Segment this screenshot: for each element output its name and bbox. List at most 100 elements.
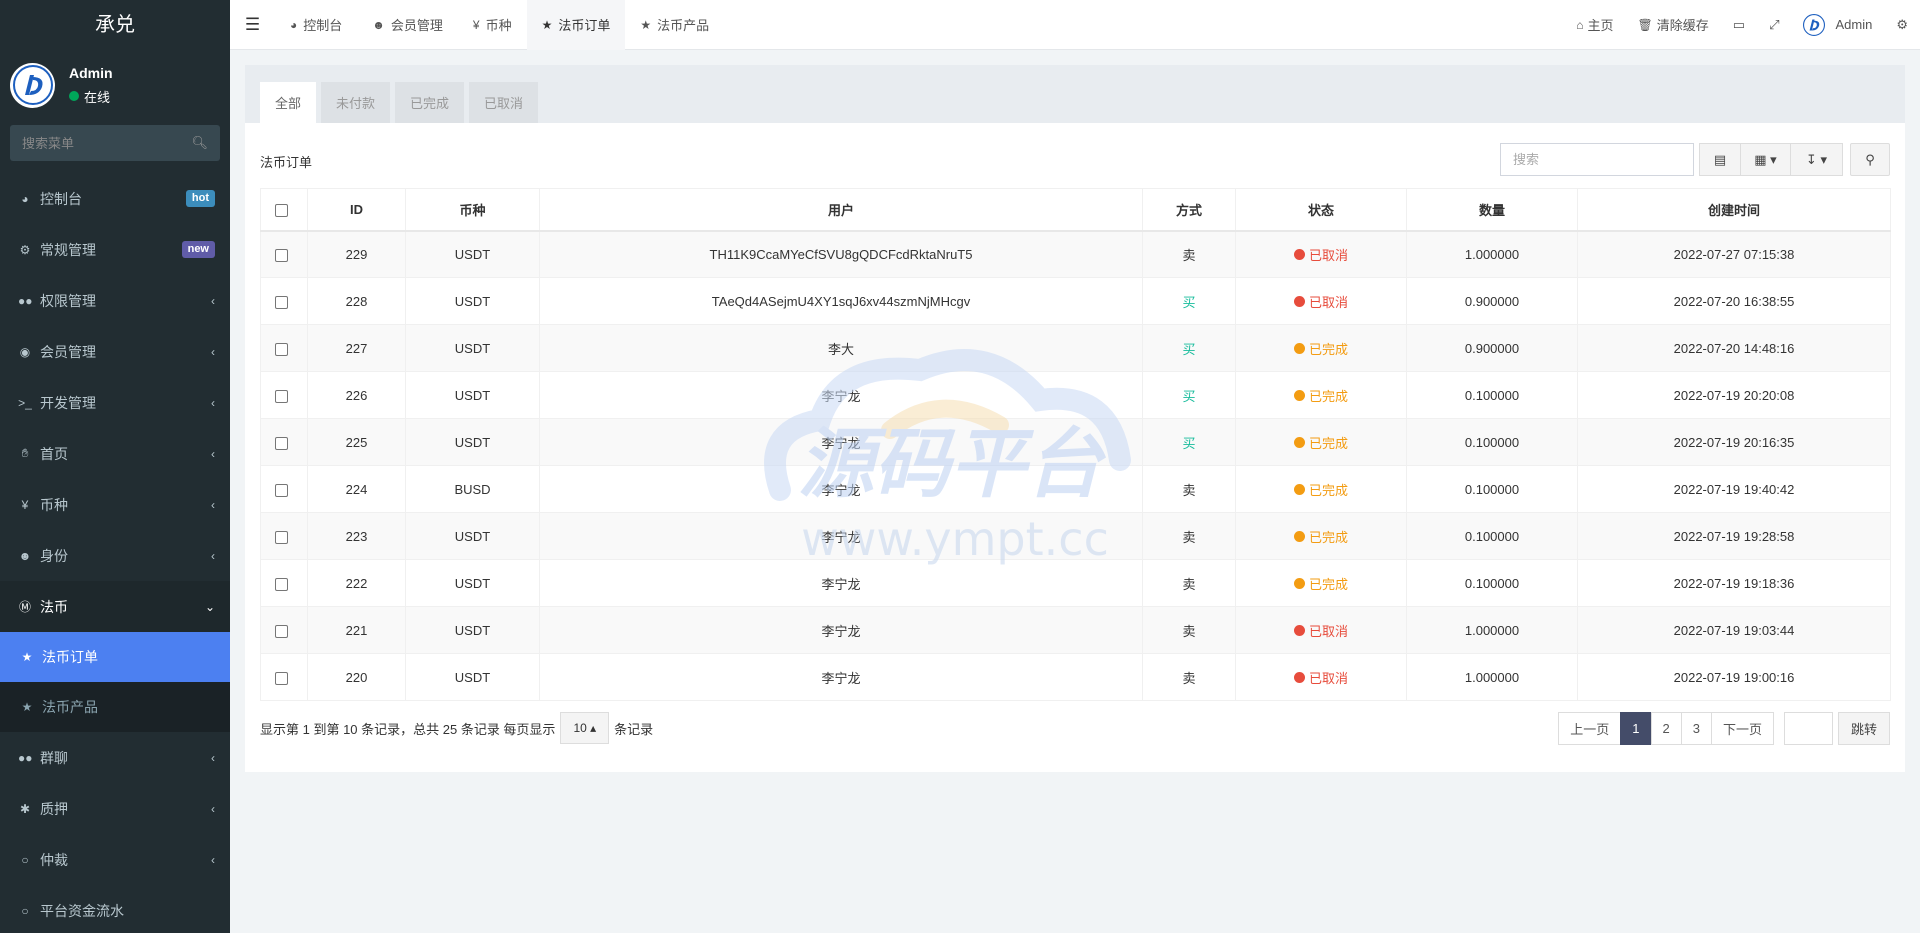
method-label[interactable]: 买 — [1182, 436, 1195, 451]
sidebar-item-arbitration[interactable]: ○ 仲裁 ‹ — [0, 834, 230, 885]
page-3-button[interactable]: 3 — [1680, 711, 1712, 745]
toggle-view-button[interactable]: ▤ — [1699, 143, 1741, 176]
method-label[interactable]: 买 — [1182, 295, 1195, 310]
language-button[interactable]: ▭ — [1721, 0, 1757, 50]
status-badge[interactable]: 已取消 — [1293, 245, 1348, 264]
row-checkbox[interactable] — [275, 671, 288, 685]
column-header-user[interactable]: 用户 — [539, 188, 1143, 232]
page-2-button[interactable]: 2 — [1650, 711, 1682, 745]
home-link[interactable]: ⌂ 主页 — [1564, 0, 1625, 50]
export-button[interactable]: ↧ ▾ — [1791, 143, 1843, 176]
tab-coins[interactable]: ¥ 币种 — [458, 0, 527, 50]
advanced-search-button[interactable]: ⚲ — [1850, 143, 1890, 176]
select-all-checkbox[interactable] — [275, 203, 288, 217]
row-checkbox[interactable] — [275, 248, 288, 262]
page-1-button[interactable]: 1 — [1620, 711, 1652, 745]
table-row[interactable]: 227 USDT 李大 买 已完成 0.900000 2022-07-20 14:48:16 — [260, 324, 1891, 372]
method-label[interactable]: 卖 — [1182, 483, 1195, 498]
status-badge[interactable]: 已完成 — [1293, 527, 1348, 546]
next-page-button[interactable]: 下一页 — [1710, 711, 1774, 745]
status-badge[interactable]: 已完成 — [1293, 339, 1348, 358]
sidebar-item-auth[interactable]: ●● 权限管理 ‹ — [0, 275, 230, 326]
method-label[interactable]: 卖 — [1182, 624, 1195, 639]
row-checkbox[interactable] — [275, 483, 288, 497]
row-select-cell — [260, 606, 308, 654]
jump-button[interactable]: 跳转 — [1837, 711, 1890, 745]
sidebar-item-fiat[interactable]: Ⓜ 法币 ⌄ — [0, 581, 230, 632]
columns-button[interactable]: ▦ ▾ — [1741, 143, 1791, 176]
tab-fiat-orders[interactable]: ★ 法币订单 — [526, 0, 626, 50]
cell-id: 225 — [307, 418, 406, 466]
filter-tab-unpaid[interactable]: 未付款 — [321, 82, 391, 123]
settings-button[interactable]: ⚙ — [1884, 0, 1920, 50]
sidebar-item-home[interactable]: ✋︎ 首页 ‹ — [0, 428, 230, 479]
search-icon[interactable]: 🔍︎ — [191, 135, 208, 151]
method-label[interactable]: 卖 — [1182, 671, 1195, 686]
row-checkbox[interactable] — [275, 624, 288, 638]
tab-dashboard[interactable]: ◕ 控制台 — [275, 0, 357, 50]
row-checkbox[interactable] — [275, 389, 288, 403]
column-header-coin[interactable]: 币种 — [405, 188, 540, 232]
sidebar-item-group-chat[interactable]: ●● 群聊 ‹ — [0, 732, 230, 783]
row-checkbox[interactable] — [275, 295, 288, 309]
column-header-id[interactable]: ID — [307, 188, 406, 232]
sidebar-item-dev[interactable]: >_ 开发管理 ‹ — [0, 377, 230, 428]
sidebar-item-fiat-orders[interactable]: ★ 法币订单 — [0, 632, 230, 682]
menu-search-input[interactable] — [22, 135, 182, 151]
status-badge[interactable]: 已取消 — [1293, 621, 1348, 640]
table-row[interactable]: 228 USDT TAeQd4ASejmU4XY1sqJ6xv44szmNjMHcg… — [260, 277, 1891, 325]
app-logo[interactable]: 承兑 — [0, 0, 230, 50]
status-badge[interactable]: 已完成 — [1293, 433, 1348, 452]
column-header-method[interactable]: 方式 — [1142, 188, 1236, 232]
table-row[interactable]: 221 USDT 李宁龙 卖 已取消 1.000000 2022-07-19 19:03:4… — [260, 606, 1891, 654]
page-size-select[interactable]: 10 ▴ — [560, 712, 610, 744]
sidebar-item-dashboard[interactable]: ◕ 控制台 hot — [0, 173, 230, 224]
method-label[interactable]: 卖 — [1182, 577, 1195, 592]
filter-tab-all[interactable]: 全部 — [260, 82, 317, 123]
prev-page-button[interactable]: 上一页 — [1558, 711, 1622, 745]
sidebar-item-coins[interactable]: ¥ 币种 ‹ — [0, 479, 230, 530]
column-header-created[interactable]: 创建时间 — [1577, 188, 1891, 232]
column-header-status[interactable]: 状态 — [1235, 188, 1407, 232]
method-label[interactable]: 买 — [1182, 342, 1195, 357]
user-menu[interactable]: Admin — [1791, 0, 1884, 50]
sidebar-item-identity[interactable]: ☻ 身份 ‹ — [0, 530, 230, 581]
table-row[interactable]: 222 USDT 李宁龙 卖 已完成 0.100000 2022-07-19 19:18:3… — [260, 559, 1891, 607]
table-search-input[interactable] — [1500, 143, 1694, 176]
status-badge[interactable]: 已完成 — [1293, 386, 1348, 405]
sidebar-item-fiat-products[interactable]: ★ 法币产品 — [0, 682, 230, 732]
sidebar-item-members[interactable]: ◉ 会员管理 ‹ — [0, 326, 230, 377]
row-checkbox[interactable] — [275, 530, 288, 544]
filter-tab-completed[interactable]: 已完成 — [395, 82, 465, 123]
expand-icon: ⤢ — [1769, 16, 1780, 32]
clear-cache-button[interactable]: 🗑︎ 清除缓存 — [1626, 0, 1721, 50]
method-label[interactable]: 卖 — [1182, 248, 1195, 263]
sidebar-item-fund-flow[interactable]: ○ 平台资金流水 — [0, 885, 230, 933]
row-checkbox[interactable] — [275, 342, 288, 356]
row-checkbox[interactable] — [275, 577, 288, 591]
tab-fiat-products[interactable]: ★ 法币产品 — [625, 0, 724, 50]
jump-page-input[interactable] — [1783, 711, 1833, 745]
table-row[interactable]: 226 USDT 李宁龙 买 已完成 0.100000 2022-07-19 20:20:0… — [260, 371, 1891, 419]
table-row[interactable]: 229 USDT TH11K9CcaMYeCfSVU8gQDCFcdRktaNruT… — [260, 230, 1891, 278]
fullscreen-button[interactable]: ⤢ — [1757, 0, 1791, 50]
user-panel: Admin 在线 — [0, 50, 230, 120]
status-badge[interactable]: 已完成 — [1293, 480, 1348, 499]
method-label[interactable]: 卖 — [1182, 530, 1195, 545]
filter-tab-cancelled[interactable]: 已取消 — [469, 82, 539, 123]
table-row[interactable]: 223 USDT 李宁龙 卖 已完成 0.100000 2022-07-19 19:28:5… — [260, 512, 1891, 560]
column-header-amount[interactable]: 数量 — [1406, 188, 1578, 232]
table-row[interactable]: 220 USDT 李宁龙 卖 已取消 1.000000 2022-07-19 19:00:1… — [260, 653, 1891, 701]
status-badge[interactable]: 已取消 — [1293, 292, 1348, 311]
sidebar-item-staking[interactable]: ✱ 质押 ‹ — [0, 783, 230, 834]
table-row[interactable]: 224 BUSD 李宁龙 卖 已完成 0.100000 2022-07-19 19:40:4… — [260, 465, 1891, 513]
tab-members[interactable]: ☻ 会员管理 — [357, 0, 458, 50]
menu-toggle-icon[interactable]: ☰ — [230, 0, 275, 50]
sidebar-item-general[interactable]: ⚙ 常规管理 new — [0, 224, 230, 275]
status-badge[interactable]: 已取消 — [1293, 668, 1348, 687]
status-dot-icon — [1293, 671, 1305, 683]
row-checkbox[interactable] — [275, 436, 288, 450]
status-badge[interactable]: 已完成 — [1293, 574, 1348, 593]
method-label[interactable]: 买 — [1182, 389, 1195, 404]
table-row[interactable]: 225 USDT 李宁龙 买 已完成 0.100000 2022-07-19 20:16:3… — [260, 418, 1891, 466]
